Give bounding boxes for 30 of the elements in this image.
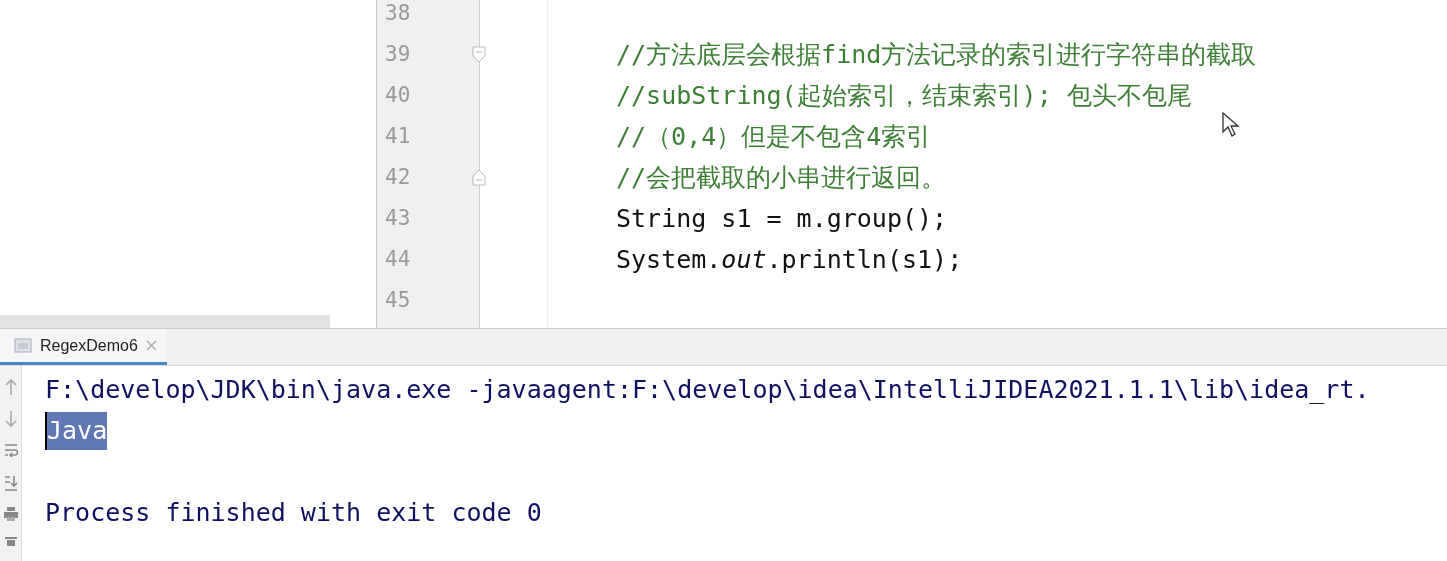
line-number: 38 — [385, 0, 411, 27]
up-arrow-icon[interactable] — [4, 378, 17, 396]
line-number: 39 — [385, 40, 411, 68]
code-comment: //（0,4）但是不包含4索引 — [616, 120, 932, 153]
line-number: 41 — [385, 122, 411, 150]
soft-wrap-icon[interactable] — [3, 442, 18, 460]
print-icon[interactable] — [2, 506, 19, 522]
console-icon — [14, 338, 32, 353]
mouse-pointer-icon — [1222, 112, 1240, 138]
line-number: 40 — [385, 81, 411, 109]
fold-marker-icon[interactable] — [472, 169, 486, 186]
code-comment: //会把截取的小串进行返回。 — [616, 161, 947, 194]
code-comment: //subString(起始索引，结束索引); 包头不包尾 — [616, 79, 1192, 112]
fold-marker-icon[interactable] — [472, 46, 486, 63]
code-comment: //方法底层会根据find方法记录的索引进行字符串的截取 — [616, 38, 1257, 71]
line-number: 44 — [385, 245, 411, 273]
code-line: String s1 = m.group(); — [616, 202, 948, 235]
line-number: 45 — [385, 286, 411, 314]
run-tab[interactable]: RegexDemo6 — [0, 329, 167, 365]
close-icon[interactable] — [145, 340, 157, 351]
console-output: Process finished with exit code 0 — [45, 496, 542, 529]
line-number: 42 — [385, 163, 411, 191]
console-output: Java — [45, 411, 108, 450]
code-line: System.out.println(s1); — [616, 243, 963, 276]
scroll-to-end-icon[interactable] — [3, 474, 18, 492]
down-arrow-icon[interactable] — [4, 410, 17, 428]
line-number: 43 — [385, 204, 411, 232]
scrollbar[interactable] — [0, 315, 330, 328]
console-command: F:\develop\JDK\bin\java.exe -javaagent:F:\develop\idea\IntelliJIDEA2021.1.1\lib\idea_rt. — [45, 373, 1371, 406]
trash-icon[interactable] — [3, 536, 18, 546]
